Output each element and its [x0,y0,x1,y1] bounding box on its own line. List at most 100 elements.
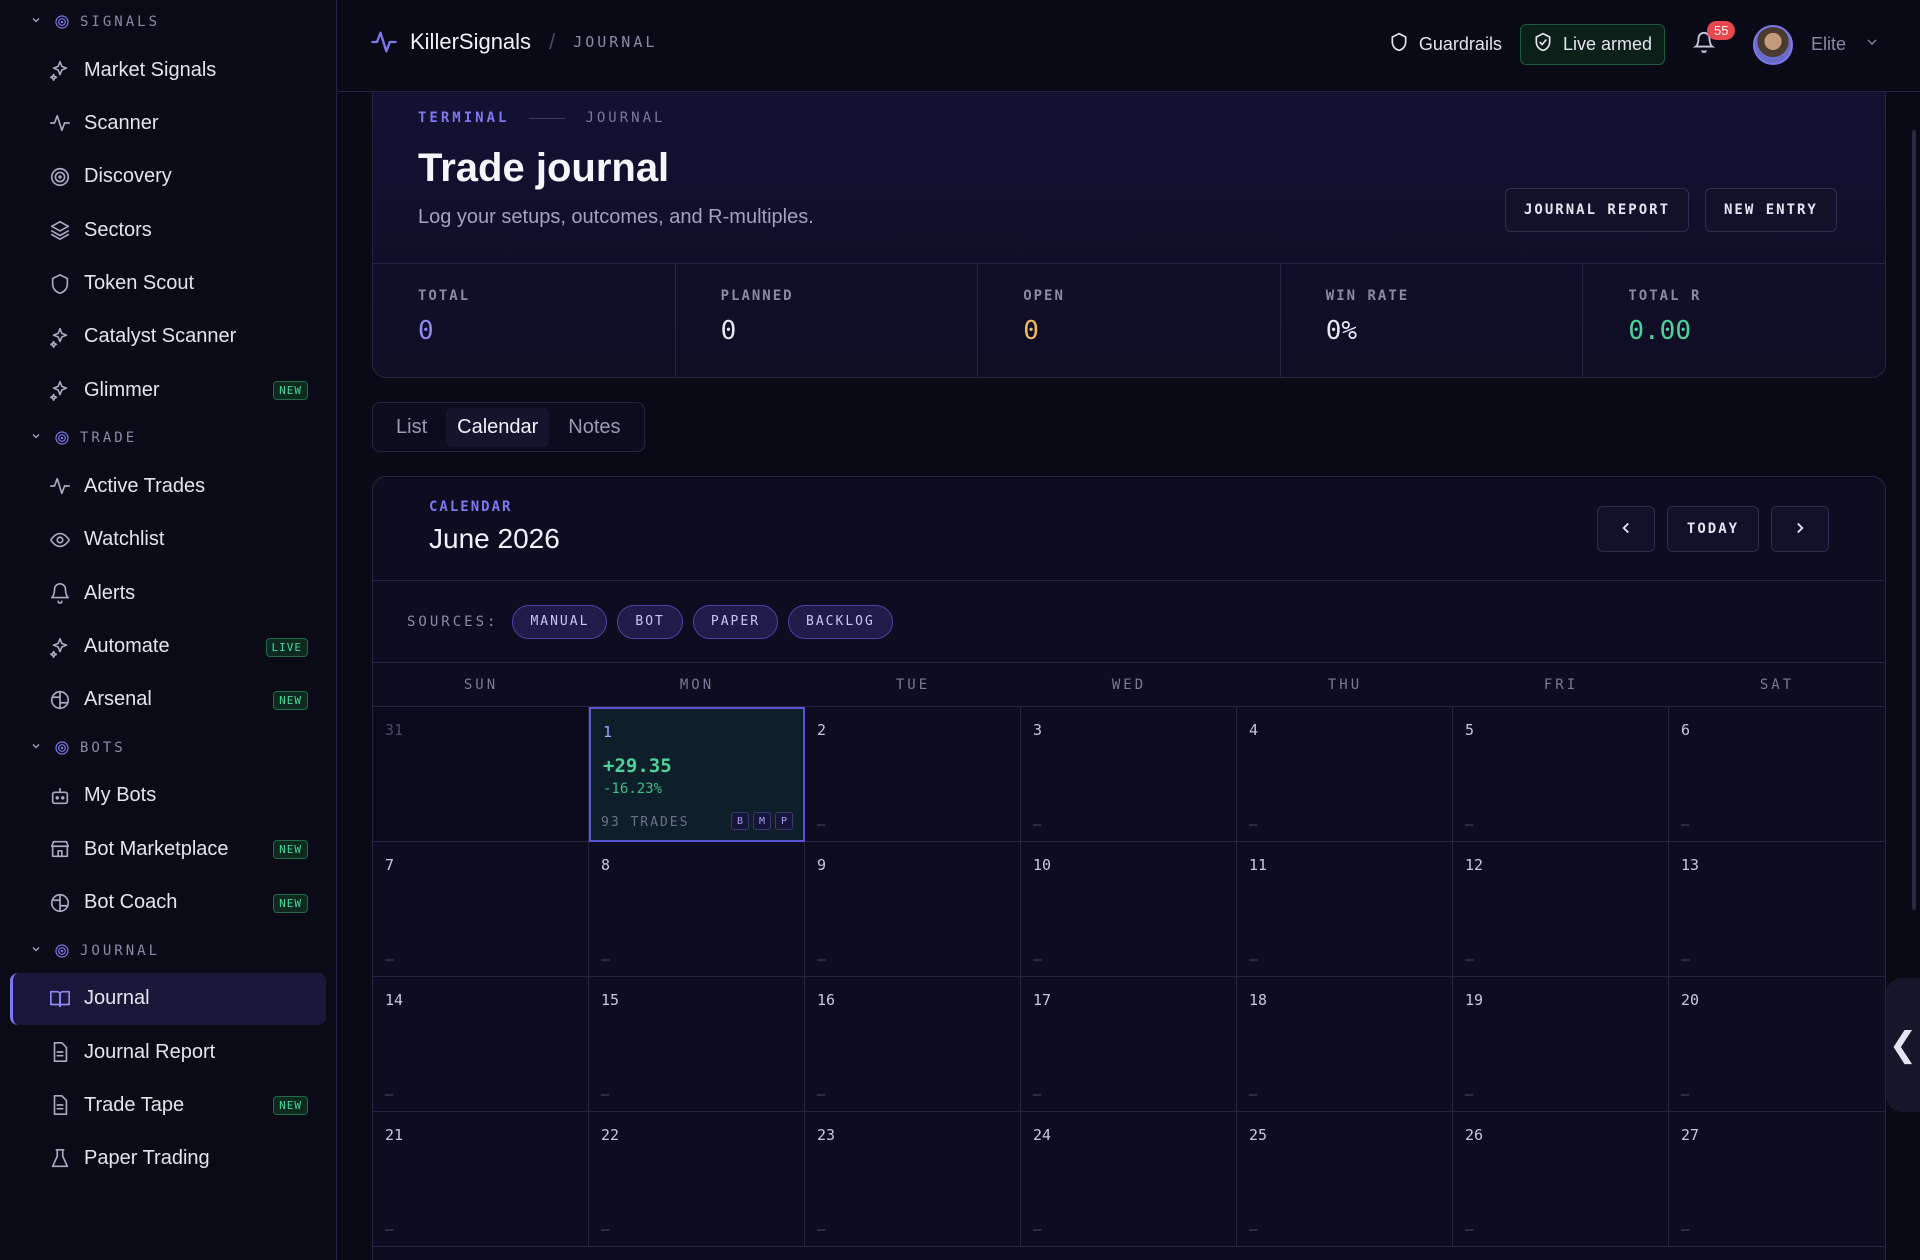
calendar-day-cell[interactable]: 19 – [1453,977,1669,1112]
calendar-day-cell[interactable]: 14 – [373,977,589,1112]
sidebar-item-alerts[interactable]: Alerts [10,567,326,619]
calendar-day-cell[interactable]: 2– [805,707,1021,842]
calendar-day-cell[interactable]: 23 – [805,1112,1021,1247]
breadcrumb: TERMINAL JOURNAL [418,110,665,126]
day-number: 9 [817,856,827,874]
stats-row: TOTAL 0 PLANNED 0 OPEN 0 WIN RATE 0% TOTAL R 0.00 [373,263,1885,377]
sparkles-icon [49,59,71,81]
user-tier[interactable]: Elite [1811,34,1846,55]
calendar-day-cell[interactable]: 4– [1237,707,1453,842]
calendar-day-cell[interactable]: 12 – [1453,842,1669,977]
avatar[interactable] [1752,24,1793,65]
journal-report-button[interactable]: JOURNAL REPORT [1505,188,1690,232]
calendar-day-cell[interactable]: 13 – [1669,842,1885,977]
calendar-day-cell[interactable]: 5– [1453,707,1669,842]
section-header-journal[interactable]: JOURNAL [0,939,336,963]
live-armed-button[interactable]: Live armed [1519,24,1665,65]
tab-notes[interactable]: Notes [557,408,631,447]
sidebar-item-market-signals[interactable]: Market Signals [10,44,326,96]
collapse-panel-handle[interactable]: ❮ [1886,978,1920,1112]
status-badge: NEW [273,690,308,710]
calendar-day-cell[interactable]: 15 – [589,977,805,1112]
calendar-day-cell[interactable]: 24 – [1021,1112,1237,1247]
calendar-day-cell[interactable]: 17 – [1021,977,1237,1112]
calendar-day-cell[interactable]: 7– [373,842,589,977]
sidebar-item-discovery[interactable]: Discovery [10,151,326,203]
calendar-day-cell[interactable]: 8– [589,842,805,977]
sidebar-item-bot-coach[interactable]: Bot Coach NEW [10,877,326,929]
sidebar-item-token-scout[interactable]: Token Scout [10,258,326,310]
calendar-day-cell[interactable]: 27 – [1669,1112,1885,1247]
sidebar-item-catalyst-scanner[interactable]: Catalyst Scanner [10,311,326,363]
stat-total-r: TOTAL R 0.00 [1583,264,1885,377]
sidebar-item-label: Bot Marketplace [84,837,229,860]
tab-calendar[interactable]: Calendar [446,407,550,447]
calendar-day-cell[interactable]: 25 – [1237,1112,1453,1247]
sidebar-item-label: Automate [84,635,170,658]
day-number: 18 [1249,991,1268,1009]
sidebar-item-trade-tape[interactable]: Trade Tape NEW [10,1079,326,1131]
sidebar-item-scanner[interactable]: Scanner [10,97,326,149]
guardrails-button[interactable]: Guardrails [1389,32,1502,57]
top-actions: Guardrails Live armed 55 Elite [1389,21,1880,65]
source-tag: P [775,812,793,830]
tab-list[interactable]: List [385,408,438,447]
calendar-day-cell[interactable]: 20 – [1669,977,1885,1112]
calendar-day-cell[interactable]: 3– [1021,707,1237,842]
calendar-day-cell[interactable]: 16 – [805,977,1021,1112]
stat-label: WIN RATE [1325,288,1410,304]
calendar-day-cell[interactable]: 26 – [1453,1112,1669,1247]
section-header-trade[interactable]: TRADE [0,426,336,450]
calendar-day-cell[interactable]: 1 +29.35 -16.23% 93 TRADES B M P [589,707,805,842]
source-chip-backlog[interactable]: BACKLOG [788,604,893,639]
calendar-day-cell[interactable]: 6– [1669,707,1885,842]
status-badge: NEW [273,840,308,860]
sidebar-item-my-bots[interactable]: My Bots [10,770,326,822]
page-scrollbar[interactable] [1912,130,1916,910]
source-chip-bot[interactable]: BOT [617,604,683,639]
sidebar-item-arsenal[interactable]: Arsenal NEW [10,674,326,726]
stat-label: OPEN [1023,288,1065,304]
sidebar-item-bot-marketplace[interactable]: Bot Marketplace NEW [10,823,326,875]
sidebar-item-glimmer[interactable]: Glimmer NEW [10,364,326,416]
prev-month-button[interactable] [1597,506,1655,552]
calendar-day-cell[interactable]: 31 [373,707,589,842]
sidebar-item-active-trades[interactable]: Active Trades [10,460,326,512]
calendar-day-cell[interactable]: 22 – [589,1112,805,1247]
day-number: 16 [817,991,836,1009]
new-entry-button[interactable]: NEW ENTRY [1705,188,1837,232]
day-number: 13 [1681,856,1700,874]
next-month-button[interactable] [1771,506,1829,552]
sidebar-item-label: Market Signals [84,58,217,81]
breadcrumb-terminal[interactable]: TERMINAL [418,110,509,126]
calendar-day-cell[interactable]: 10 – [1021,842,1237,977]
sidebar-item-automate[interactable]: Automate LIVE [10,621,326,673]
calendar-day-cell[interactable]: 11 – [1237,842,1453,977]
sidebar-item-paper-trading[interactable]: Paper Trading [10,1133,326,1185]
source-chip-paper[interactable]: PAPER [692,604,779,639]
sidebar-item-journal[interactable]: Journal [10,972,326,1025]
sparkles-icon [49,326,71,348]
section-title: SIGNALS [80,14,161,30]
chevron-down-icon[interactable] [1864,34,1880,55]
weekday-label: SAT [1759,677,1795,693]
book-icon [49,988,71,1010]
empty-day-marker: – [817,817,826,833]
empty-day-marker: – [1465,817,1474,833]
calendar-day-cell[interactable]: 9– [805,842,1021,977]
notifications-button[interactable]: 55 [1692,21,1736,58]
section-header-signals[interactable]: SIGNALS [0,10,336,34]
calendar-day-cell[interactable]: 21 – [373,1112,589,1247]
day-number: 26 [1465,1126,1484,1144]
today-button[interactable]: TODAY [1667,506,1759,552]
empty-day-marker: – [385,1222,394,1238]
sidebar-item-journal-report[interactable]: Journal Report [10,1026,326,1078]
calendar-day-cell[interactable]: 18 – [1237,977,1453,1112]
brand[interactable]: KillerSignals / JOURNAL [370,28,657,56]
view-tabs: List Calendar Notes [372,402,645,452]
sidebar-item-watchlist[interactable]: Watchlist [10,514,326,566]
section-header-bots[interactable]: BOTS [0,736,336,760]
source-chip-manual[interactable]: MANUAL [512,604,608,639]
sidebar-item-sectors[interactable]: Sectors [10,204,326,256]
shield-icon [49,273,71,295]
